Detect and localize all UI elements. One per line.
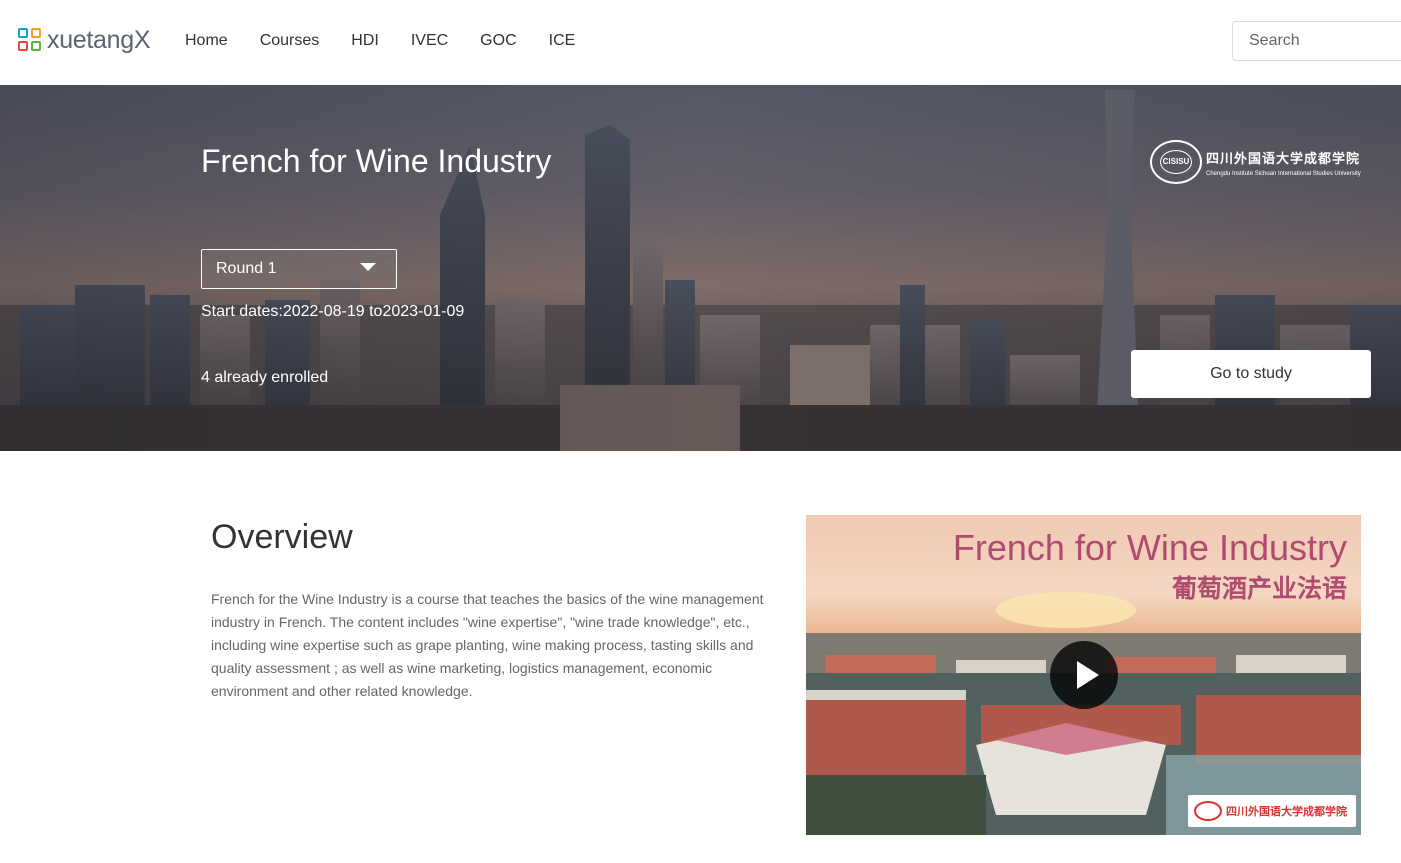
overview-heading: Overview <box>211 518 353 556</box>
top-header: xuetangX Home Courses HDI IVEC GOC ICE <box>0 0 1401 85</box>
university-name-cn: 四川外国语大学成都学院 <box>1206 151 1361 167</box>
nav-hdi[interactable]: HDI <box>351 31 379 51</box>
course-hero-banner: French for Wine Industry CISISU 四川外国语大学成… <box>0 85 1401 451</box>
logo-text: xuetangX <box>47 25 151 54</box>
search-input[interactable] <box>1232 21 1401 61</box>
course-title: French for Wine Industry <box>201 143 552 179</box>
university-seal-icon: CISISU <box>1150 140 1202 184</box>
logo-mark-icon <box>17 27 43 53</box>
nav-goc[interactable]: GOC <box>480 31 516 51</box>
round-select-value: Round 1 <box>216 260 277 277</box>
play-button[interactable] <box>1050 641 1118 709</box>
round-select[interactable]: Round 1 <box>201 249 397 289</box>
main-nav: Home Courses HDI IVEC GOC ICE <box>185 31 607 51</box>
caret-down-icon <box>360 263 376 271</box>
nav-courses[interactable]: Courses <box>260 31 320 51</box>
nav-home[interactable]: Home <box>185 31 228 51</box>
enrolled-count: 4 already enrolled <box>201 369 329 386</box>
video-university-badge: 四川外国语大学成都学院 <box>1188 795 1356 827</box>
xuetangx-logo[interactable]: xuetangX <box>17 25 151 54</box>
video-title-cn: 葡萄酒产业法语 <box>1171 575 1347 603</box>
nav-ivec[interactable]: IVEC <box>411 31 448 51</box>
start-dates: Start dates:2022-08-19 to2023-01-09 <box>201 303 465 320</box>
go-to-study-button[interactable]: Go to study <box>1131 350 1371 398</box>
overview-description: French for the Wine Industry is a course… <box>211 591 764 699</box>
university-name-en: Chengdu Institute Sichuan International … <box>1206 170 1361 177</box>
university-logo: CISISU 四川外国语大学成都学院 Chengdu Institute Sic… <box>1150 140 1361 184</box>
badge-seal-icon <box>1194 801 1222 821</box>
course-intro-video[interactable]: French for Wine Industry 葡萄酒产业法语 四川外国语大学… <box>806 515 1361 835</box>
nav-ice[interactable]: ICE <box>549 31 576 51</box>
play-icon <box>1077 661 1099 689</box>
video-title-en: French for Wine Industry <box>952 527 1347 568</box>
